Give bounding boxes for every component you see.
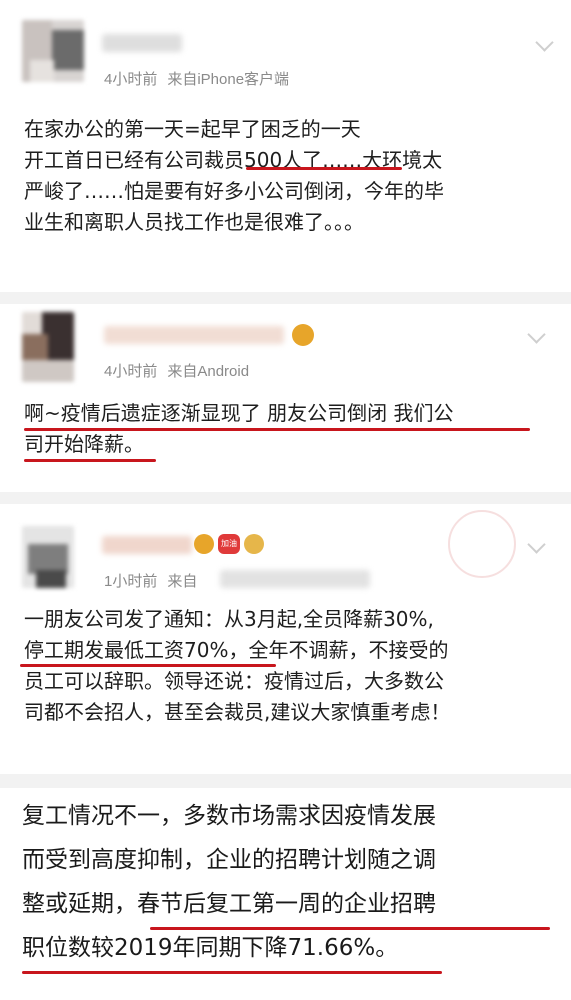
post-line: 严峻了……怕是要有好多小公司倒闭，今年的毕: [24, 179, 444, 203]
post-meta: 4小时前 来自Android: [104, 360, 249, 381]
post-2: 4小时前 来自Android 啊~疫情后遗症逐渐显现了 朋友公司倒闭 我们公 司开…: [0, 304, 571, 492]
post-line: 开工首日已经有公司裁员500人了……大环境太: [24, 148, 443, 172]
highlight-underline: [246, 167, 402, 170]
post-line: 司都不会招人，甚至会裁员,建议大家慎重考虑！: [24, 700, 451, 724]
divider: [0, 292, 571, 304]
post-source: 来自: [167, 573, 198, 590]
divider: [0, 492, 571, 504]
heart-badge-label: 加油: [221, 539, 237, 548]
post-line: 啊~疫情后遗症逐渐显现了 朋友公司倒闭 我们公: [24, 401, 454, 425]
watermark-stamp: [448, 510, 516, 578]
highlight-underline: [22, 971, 442, 974]
summary-line: 复工情况不一，多数市场需求因疫情发展: [22, 803, 436, 829]
username-blurred[interactable]: [102, 536, 192, 554]
post-line: 一朋友公司发了通知：从3月起,全员降薪30%,: [24, 607, 434, 631]
post-meta: 4小时前 来自iPhone客户端: [104, 68, 289, 89]
post-source: 来自iPhone客户端: [167, 71, 290, 88]
summary-line: 而受到高度抑制，企业的招聘计划随之调: [22, 847, 436, 873]
post-source: 来自Android: [167, 363, 250, 380]
avatar[interactable]: [22, 312, 74, 382]
username-blurred[interactable]: [102, 34, 182, 52]
medal-badge-icon: [244, 534, 264, 554]
post-1: 4小时前 来自iPhone客户端 在家办公的第一天=起早了困乏的一天 开工首日已经…: [0, 0, 571, 292]
highlight-underline: [24, 459, 156, 462]
post-line: 在家办公的第一天=起早了困乏的一天: [24, 117, 361, 141]
avatar[interactable]: [22, 526, 74, 588]
post-3: 加油 1小时前 来自 一朋友公司发了通知：从3月起,全员降薪30%, 停工期发最低…: [0, 504, 571, 774]
avatar[interactable]: [22, 20, 84, 82]
vip-badge-icon: [194, 534, 214, 554]
divider: [0, 774, 571, 788]
highlight-underline: [20, 664, 276, 667]
post-line: 业生和离职人员找工作也是很难了。。。: [24, 210, 364, 234]
post-body: 在家办公的第一天=起早了困乏的一天 开工首日已经有公司裁员500人了……大环境太…: [24, 114, 554, 238]
post-time: 1小时前: [104, 573, 158, 590]
highlight-underline: [150, 927, 550, 930]
post-time: 4小时前: [104, 71, 158, 88]
post-line: 停工期发最低工资70%，全年不调薪，不接受的: [24, 638, 449, 662]
post-line: 员工可以辞职。领导还说：疫情过后，大多数公: [24, 669, 444, 693]
chevron-down-icon[interactable]: [535, 33, 554, 52]
post-time: 4小时前: [104, 363, 158, 380]
heart-badge-icon: 加油: [218, 534, 240, 554]
username-blurred[interactable]: [104, 326, 284, 344]
summary-block: 复工情况不一，多数市场需求因疫情发展 而受到高度抑制，企业的招聘计划随之调 整或…: [0, 788, 571, 1000]
highlight-underline: [24, 428, 530, 431]
source-blurred: [220, 570, 370, 588]
post-line: 司开始降薪。: [24, 432, 144, 456]
summary-line: 职位数较2019年同期下降71.66%。: [22, 935, 399, 961]
vip-badge-icon: [292, 324, 314, 346]
chevron-down-icon[interactable]: [527, 535, 546, 554]
post-meta: 1小时前 来自: [104, 570, 197, 591]
summary-text: 复工情况不一，多数市场需求因疫情发展 而受到高度抑制，企业的招聘计划随之调 整或…: [22, 794, 562, 970]
summary-line: 整或延期，春节后复工第一周的企业招聘: [22, 891, 436, 917]
chevron-down-icon[interactable]: [527, 325, 546, 344]
